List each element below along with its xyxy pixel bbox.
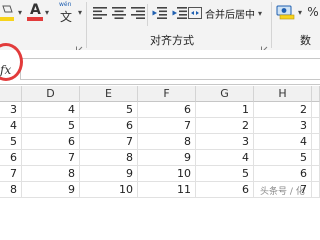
table-cell[interactable]: 8 xyxy=(138,134,196,150)
align-left-button[interactable] xyxy=(92,5,108,21)
fill-color-button[interactable] xyxy=(0,4,16,22)
table-cell[interactable] xyxy=(312,102,320,118)
number-format-button[interactable] xyxy=(275,3,297,21)
font-group-launcher-icon[interactable] xyxy=(76,38,83,53)
table-cell[interactable]: 9 xyxy=(80,166,138,182)
column-header-I[interactable] xyxy=(312,86,320,102)
group-divider xyxy=(271,2,272,48)
table-cell[interactable] xyxy=(312,182,320,198)
column-header-D[interactable]: D xyxy=(22,86,80,102)
align-left-icon xyxy=(93,7,107,19)
percent-icon: % xyxy=(307,5,319,19)
phonetic-dropdown[interactable]: ▾ xyxy=(76,6,84,18)
table-cell[interactable]: 3 xyxy=(0,102,22,118)
table-cell[interactable] xyxy=(312,118,320,134)
table-cell[interactable] xyxy=(312,150,320,166)
percent-button[interactable]: % xyxy=(306,3,320,21)
increase-indent-icon xyxy=(172,7,187,19)
wen-char: 文 xyxy=(60,10,73,24)
table-cell[interactable]: 1 xyxy=(196,102,254,118)
table-cell[interactable]: 3 xyxy=(196,134,254,150)
table-cell[interactable]: 7 xyxy=(80,134,138,150)
increase-indent-button[interactable] xyxy=(171,5,187,21)
merge-center-icon xyxy=(188,7,202,19)
formula-input[interactable] xyxy=(20,58,320,80)
spreadsheet-grid[interactable]: D E F G H 3 4 5 6 1 2 4 5 6 7 2 3 5 6 7 8 3 4 6 7 8 9 4 5 7 8 9 10 5… xyxy=(0,86,320,200)
table-cell[interactable]: 5 xyxy=(22,118,80,134)
font-color-dropdown[interactable]: ▾ xyxy=(43,6,51,18)
table-cell[interactable]: 6 xyxy=(196,182,254,198)
align-right-button[interactable] xyxy=(130,5,146,21)
table-cell[interactable]: 7 xyxy=(138,118,196,134)
merge-center-dropdown-icon: ▾ xyxy=(258,8,263,18)
table-cell[interactable]: 4 xyxy=(196,150,254,166)
alignment-group-label: 对齐方式 xyxy=(150,34,194,47)
number-format-dropdown[interactable]: ▾ xyxy=(296,6,304,18)
fill-bucket-icon xyxy=(0,5,14,21)
table-cell[interactable]: 2 xyxy=(254,102,312,118)
accounting-format-icon xyxy=(276,5,295,20)
table-cell[interactable]: 11 xyxy=(138,182,196,198)
align-center-button[interactable] xyxy=(111,5,127,21)
table-cell[interactable] xyxy=(312,134,320,150)
table-cell[interactable]: 4 xyxy=(22,102,80,118)
font-color-letter: A xyxy=(30,2,41,18)
column-header-G[interactable]: G xyxy=(196,86,254,102)
fill-color-dropdown[interactable]: ▾ xyxy=(16,6,24,18)
table-cell[interactable]: 8 xyxy=(22,166,80,182)
decrease-indent-button[interactable] xyxy=(151,5,167,21)
table-cell[interactable]: 7 xyxy=(0,166,22,182)
phonetic-guide-button[interactable]: wén 文 xyxy=(58,1,76,24)
table-cell[interactable]: 7 xyxy=(22,150,80,166)
table-cell[interactable]: 6 xyxy=(80,118,138,134)
font-color-swatch xyxy=(27,17,43,21)
table-cell[interactable]: 10 xyxy=(138,166,196,182)
table-cell[interactable]: 2 xyxy=(196,118,254,134)
watermark: 头条号 / 化 xyxy=(260,187,305,197)
table-cell[interactable]: 8 xyxy=(0,182,22,198)
table-cell[interactable]: 9 xyxy=(138,150,196,166)
align-right-icon xyxy=(131,7,145,19)
decrease-indent-icon xyxy=(152,7,167,19)
column-header-E[interactable]: E xyxy=(80,86,138,102)
table-cell[interactable]: 5 xyxy=(196,166,254,182)
table-cell[interactable]: 10 xyxy=(80,182,138,198)
table-cell[interactable] xyxy=(312,166,320,182)
column-header-C[interactable] xyxy=(0,86,22,102)
table-cell[interactable]: 6 xyxy=(138,102,196,118)
table-cell[interactable]: 6 xyxy=(0,150,22,166)
table-cell[interactable]: 4 xyxy=(0,118,22,134)
column-header-H[interactable]: H xyxy=(254,86,312,102)
alignment-group-launcher-icon[interactable] xyxy=(261,38,268,53)
table-cell[interactable]: 8 xyxy=(80,150,138,166)
merge-center-label: 合并后居中 xyxy=(205,9,255,21)
table-cell[interactable]: 5 xyxy=(80,102,138,118)
table-cell[interactable]: 3 xyxy=(254,118,312,134)
table-cell[interactable]: 9 xyxy=(22,182,80,198)
formula-bar-area: fx xyxy=(0,50,320,85)
table-cell[interactable]: 6 xyxy=(22,134,80,150)
merge-center-button[interactable]: 合并后居中 ▾ xyxy=(188,3,270,23)
column-header-F[interactable]: F xyxy=(138,86,196,102)
font-color-button[interactable]: A xyxy=(27,2,43,22)
align-center-icon xyxy=(112,7,126,19)
table-cell[interactable]: 5 xyxy=(0,134,22,150)
ribbon: ▾ A ▾ wén 文 ▾ 合并后居中 ▾ ▾ % 对齐方式 数 xyxy=(0,0,320,63)
group-divider xyxy=(147,4,148,26)
table-cell[interactable]: 6 xyxy=(254,166,312,182)
wen-pinyin: wén xyxy=(59,1,72,8)
table-cell[interactable]: 4 xyxy=(254,134,312,150)
table-cell[interactable]: 5 xyxy=(254,150,312,166)
group-divider xyxy=(86,2,87,48)
